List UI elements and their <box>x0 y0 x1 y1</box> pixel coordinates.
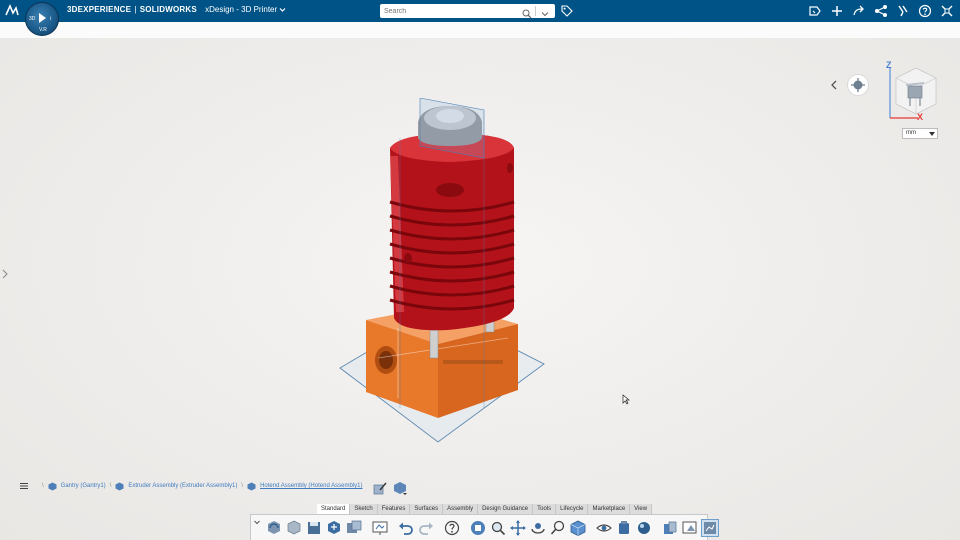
search-options-chevron-icon[interactable] <box>540 6 550 17</box>
robot-manipulator-button[interactable] <box>847 74 869 96</box>
whiteboard-icon[interactable] <box>371 519 389 537</box>
manipulator-icon <box>851 78 865 92</box>
sub-header-bar <box>0 22 960 38</box>
axis-z-label: Z <box>886 60 892 70</box>
play-icon[interactable] <box>39 13 46 23</box>
breadcrumb-separator: \ <box>109 483 112 489</box>
tab-assembly[interactable]: Assembly <box>443 504 479 514</box>
appearance-icon[interactable] <box>615 519 633 537</box>
view-cube[interactable]: Z X <box>884 60 940 124</box>
zoom-icon[interactable] <box>549 519 567 537</box>
help-icon[interactable] <box>443 519 461 537</box>
breadcrumb-item-hotend-assembly[interactable]: Hotend Assembly (Hotend Assembly1) <box>260 483 362 489</box>
product-name: SOLIDWORKS <box>139 5 197 14</box>
compass-south[interactable]: V.R <box>39 27 47 33</box>
search-icon[interactable] <box>522 6 532 19</box>
units-dropdown[interactable]: mm <box>902 128 938 139</box>
axis-x-label: X <box>917 112 924 122</box>
add-icon[interactable] <box>830 4 844 18</box>
tree-expand-handle-icon[interactable] <box>2 266 8 279</box>
chevron-left-icon[interactable] <box>830 77 838 90</box>
hamburger-menu-icon[interactable] <box>20 482 28 490</box>
action-bar <box>250 514 719 540</box>
save-as-icon[interactable] <box>345 519 363 537</box>
render-icon[interactable] <box>635 519 653 537</box>
tools-icon[interactable] <box>940 4 954 18</box>
forward-icon[interactable] <box>852 4 866 18</box>
top-right-toolbar <box>808 4 954 18</box>
tab-sketch[interactable]: Sketch <box>350 504 378 514</box>
app-title[interactable]: 3DEXPERIENCE | SOLIDWORKS xDesign - 3D P… <box>67 5 286 14</box>
breadcrumb: \ Gantry (Gantry1) \ Extruder Assembly (… <box>20 480 362 492</box>
tag-icon[interactable] <box>561 4 573 17</box>
undo-icon[interactable] <box>397 519 415 537</box>
document-name: 3D Printer <box>241 5 278 14</box>
display-style-icon[interactable] <box>569 519 587 537</box>
tab-surfaces[interactable]: Surfaces <box>410 504 444 514</box>
action-bar-collapse-icon[interactable] <box>253 518 261 538</box>
ambient-occlusion-icon[interactable] <box>701 518 719 537</box>
action-bar-tabs: Standard Sketch Features Surfaces Assemb… <box>317 504 653 514</box>
compass-east[interactable]: i <box>50 16 51 22</box>
dassault-logo-icon[interactable] <box>4 3 20 19</box>
share-annotation-icon[interactable] <box>808 4 822 18</box>
assembly-options-icon[interactable] <box>393 481 407 495</box>
view-options-icon[interactable] <box>681 519 699 537</box>
search-divider <box>535 6 536 16</box>
tab-marketplace[interactable]: Marketplace <box>588 504 631 514</box>
hotend-assembly-model[interactable] <box>338 98 548 444</box>
tab-design-guidance[interactable]: Design Guidance <box>478 504 534 514</box>
rebuild-icon[interactable] <box>265 519 283 537</box>
tab-tools[interactable]: Tools <box>533 504 557 514</box>
hide-show-icon[interactable] <box>595 519 613 537</box>
title-dash: - <box>236 5 239 14</box>
platform-name: 3DEXPERIENCE <box>67 5 132 14</box>
breadcrumb-separator: \ <box>42 483 44 489</box>
tab-standard[interactable]: Standard <box>317 504 351 514</box>
app-name: xDesign <box>205 5 234 14</box>
save-icon[interactable] <box>305 519 323 537</box>
heatsink[interactable] <box>389 133 515 331</box>
top-bar: 3DEXPERIENCE | SOLIDWORKS xDesign - 3D P… <box>0 0 960 22</box>
part-icon[interactable] <box>285 519 303 537</box>
breadcrumb-separator: \ <box>241 483 244 489</box>
chevron-down-icon[interactable] <box>929 132 935 136</box>
assembly-icon <box>115 482 124 491</box>
zoom-to-fit-icon[interactable] <box>489 519 507 537</box>
assembly-icon <box>48 482 57 491</box>
pan-icon[interactable] <box>509 519 527 537</box>
assembly-icon <box>247 482 256 491</box>
save-all-icon[interactable] <box>325 519 343 537</box>
tab-features[interactable]: Features <box>378 504 411 514</box>
compass-widget[interactable]: 3D i V.R <box>25 2 59 36</box>
search-input[interactable] <box>384 5 514 17</box>
view-orientation-icon[interactable] <box>469 519 487 537</box>
breadcrumb-item-extruder-assembly[interactable]: Extruder Assembly (Extruder Assembly1) <box>128 483 237 489</box>
share-icon[interactable] <box>874 4 888 18</box>
breadcrumb-item-gantry[interactable]: Gantry (Gantry1) <box>61 483 106 489</box>
help-icon[interactable] <box>918 4 932 18</box>
breadcrumb-tools <box>373 481 407 495</box>
rotate-icon[interactable] <box>529 519 547 537</box>
redo-icon[interactable] <box>417 519 435 537</box>
tab-view[interactable]: View <box>630 504 653 514</box>
chevron-down-icon[interactable] <box>279 7 286 13</box>
title-divider: | <box>134 5 137 14</box>
communities-icon[interactable] <box>896 4 910 18</box>
units-value: mm <box>906 130 916 136</box>
edit-component-icon[interactable] <box>373 481 387 495</box>
tab-lifecycle[interactable]: Lifecycle <box>556 504 589 514</box>
mouse-cursor-icon <box>622 392 630 405</box>
section-icon[interactable] <box>661 519 679 537</box>
compass-west[interactable]: 3D <box>29 16 35 22</box>
search-field[interactable] <box>380 4 555 19</box>
